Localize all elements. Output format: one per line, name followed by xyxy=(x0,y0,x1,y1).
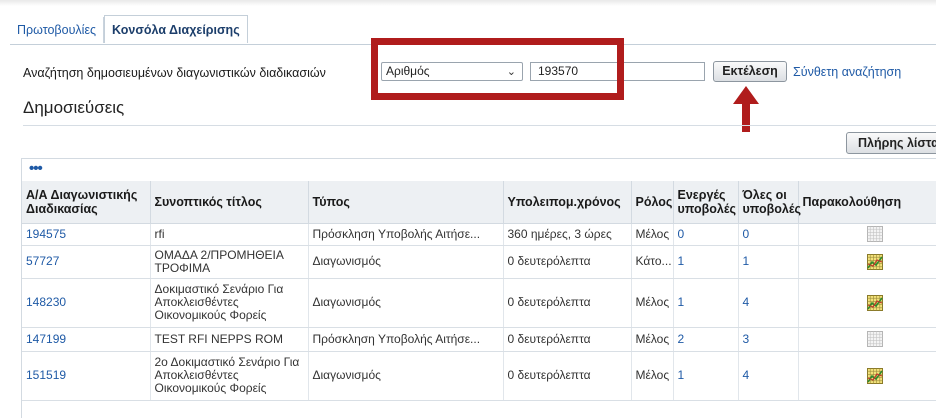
row-id-link[interactable]: 57727 xyxy=(22,245,151,279)
row-active-submissions-link[interactable]: 2 xyxy=(673,327,739,352)
row-type: Διαγωνισμός xyxy=(308,351,504,401)
grid-gray-icon[interactable] xyxy=(867,226,883,242)
row-role: Μέλος xyxy=(631,327,674,352)
more-icon[interactable]: ••• xyxy=(29,160,43,177)
row-all-submissions-link[interactable]: 4 xyxy=(738,351,799,401)
row-role: Μέλος xyxy=(631,278,674,328)
col-header-all[interactable]: Όλες οι υποβολές xyxy=(738,181,801,224)
row-remaining-time: 0 δευτερόλεπτα xyxy=(503,245,632,279)
row-monitor-cell xyxy=(798,278,936,328)
row-monitor-cell xyxy=(798,327,936,352)
search-label: Αναζήτηση δημοσιευμένων διαγωνιστικών δι… xyxy=(23,66,326,80)
row-id-link[interactable]: 148230 xyxy=(22,278,151,328)
tab-initiatives[interactable]: Πρωτοβουλίες xyxy=(10,17,105,43)
row-title: ΟΜΑΔΑ 2/ΠΡΟΜΗΘΕΙΑ ΤΡΟΦΙΜΑ xyxy=(150,245,309,279)
row-title: TEST RFI NEPPS ROM xyxy=(150,327,309,352)
tab-bar: Πρωτοβουλίες Κονσόλα Διαχείρισης xyxy=(10,15,248,43)
col-header-role[interactable]: Ρόλος xyxy=(631,181,674,224)
row-role: Μέλος xyxy=(631,223,674,246)
col-header-id[interactable]: Α/Α Διαγωνιστικής Διαδικασίας xyxy=(22,181,151,224)
run-button[interactable]: Εκτέλεση xyxy=(713,61,787,82)
top-shade xyxy=(0,0,936,6)
tab-admin-console[interactable]: Κονσόλα Διαχείρισης xyxy=(104,15,248,43)
row-remaining-time: 0 δευτερόλεπτα xyxy=(503,278,632,328)
row-role: Κάτο... xyxy=(631,245,674,279)
grid-chart-icon[interactable] xyxy=(867,253,883,270)
grid-chart-icon[interactable] xyxy=(867,367,883,384)
table-row: 151519 2ο Δοκιμαστικό Σενάριο Για Αποκλει… xyxy=(22,351,936,401)
col-header-active[interactable]: Ενεργές υποβολές xyxy=(673,181,739,224)
row-title: 2ο Δοκιμαστικό Σενάριο Για Αποκλεισθέντε… xyxy=(150,351,309,401)
table-row: 147199 TEST RFI NEPPS ROM Πρόσκληση Υποβολ… xyxy=(22,327,936,352)
section-divider xyxy=(23,125,936,126)
row-all-submissions-link[interactable]: 1 xyxy=(738,245,799,279)
results-table: Α/Α Διαγωνιστικής Διαδικασίας Συνοπτικός… xyxy=(22,181,936,401)
section-title: Δημοσιεύσεις xyxy=(23,98,125,117)
row-remaining-time: 0 δευτερόλεπτα xyxy=(503,327,632,352)
col-header-time[interactable]: Υπολειπομ.χρόνος xyxy=(503,181,632,224)
advanced-search-link[interactable]: Σύνθετη αναζήτηση xyxy=(793,65,901,79)
row-monitor-cell xyxy=(798,351,936,401)
row-active-submissions-link[interactable]: 1 xyxy=(673,245,739,279)
row-remaining-time: 360 ημέρες, 3 ώρες xyxy=(503,223,632,246)
col-header-title[interactable]: Συνοπτικός τίτλος xyxy=(150,181,309,224)
highlight-box xyxy=(371,38,624,100)
row-type: Πρόσκληση Υποβολής Αιτήσε... xyxy=(308,327,504,352)
table-header-row: Α/Α Διαγωνιστικής Διαδικασίας Συνοπτικός… xyxy=(22,181,936,224)
row-id-link[interactable]: 194575 xyxy=(22,223,151,246)
row-id-link[interactable]: 151519 xyxy=(22,351,151,401)
grid-chart-icon[interactable] xyxy=(867,294,883,311)
row-type: Πρόσκληση Υποβολής Αιτήσε... xyxy=(308,223,504,246)
table-row: 148230 Δοκιμαστικό Σενάριο Για Αποκλεισθέ… xyxy=(22,278,936,328)
row-id-link[interactable]: 147199 xyxy=(22,327,151,352)
grid-gray-icon[interactable] xyxy=(867,331,883,347)
row-active-submissions-link[interactable]: 0 xyxy=(673,223,739,246)
row-active-submissions-link[interactable]: 1 xyxy=(673,278,739,328)
row-active-submissions-link[interactable]: 1 xyxy=(673,351,739,401)
table-row: 194575 rfi Πρόσκληση Υποβολής Αιτήσε... 360… xyxy=(22,223,936,246)
table-row: 57727 ΟΜΑΔΑ 2/ΠΡΟΜΗΘΕΙΑ ΤΡΟΦΙΜΑ Διαγωνισμό… xyxy=(22,245,936,279)
row-type: Διαγωνισμός xyxy=(308,278,504,328)
full-list-button[interactable]: Πλήρης λίστα xyxy=(846,132,936,154)
row-all-submissions-link[interactable]: 3 xyxy=(738,327,799,352)
col-header-type[interactable]: Τύπος xyxy=(308,181,504,224)
row-all-submissions-link[interactable]: 0 xyxy=(738,223,799,246)
col-header-monitor[interactable]: Παρακολούθηση xyxy=(798,181,936,224)
row-monitor-cell xyxy=(798,245,936,279)
row-remaining-time: 0 δευτερόλεπτα xyxy=(503,351,632,401)
row-title: rfi xyxy=(150,223,309,246)
row-all-submissions-link[interactable]: 4 xyxy=(738,278,799,328)
row-title: Δοκιμαστικό Σενάριο Για Αποκλεισθέντες Ο… xyxy=(150,278,309,328)
row-role: Μέλος xyxy=(631,351,674,401)
row-monitor-cell xyxy=(798,223,936,246)
row-type: Διαγωνισμός xyxy=(308,245,504,279)
